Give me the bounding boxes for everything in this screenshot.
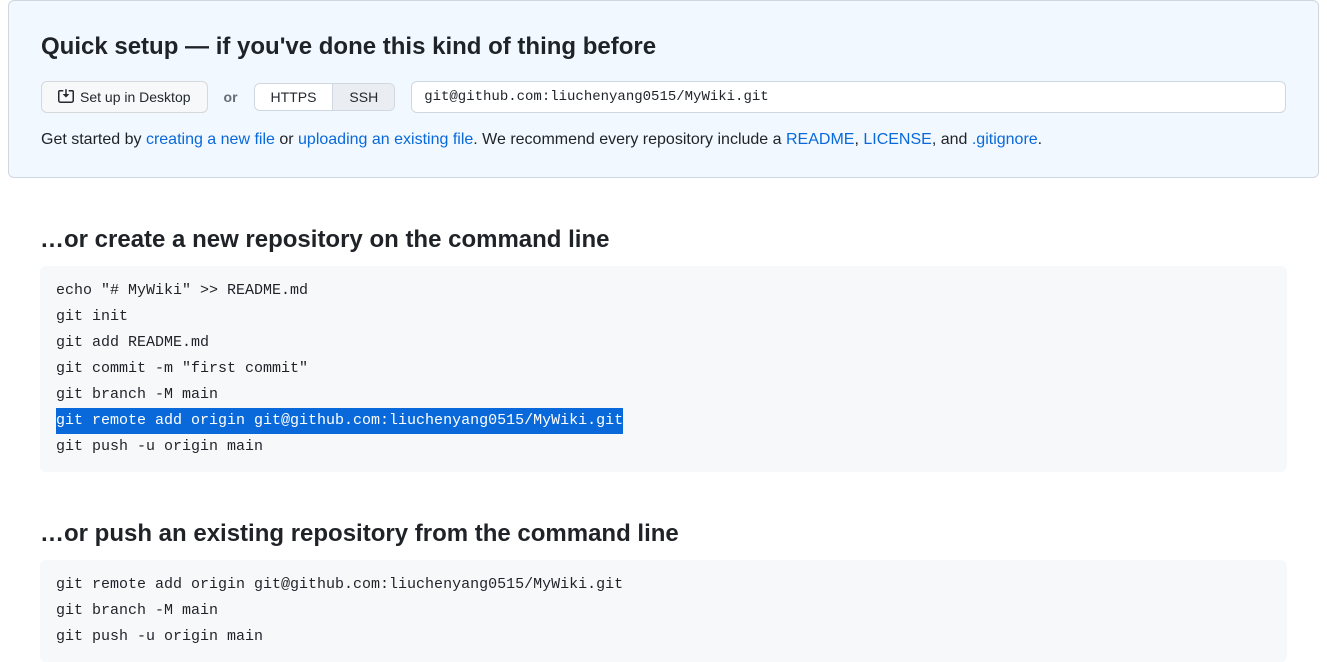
helper-period: . — [1038, 131, 1042, 148]
push-repo-section: …or push an existing repository from the… — [0, 520, 1327, 662]
readme-link[interactable]: README — [786, 131, 854, 148]
gitignore-link[interactable]: .gitignore — [972, 131, 1038, 148]
quick-setup-helper: Get started by creating a new file or up… — [41, 131, 1286, 149]
protocol-toggle: HTTPS SSH — [254, 83, 396, 111]
desktop-download-icon — [58, 89, 74, 105]
helper-and: , and — [932, 131, 972, 148]
code-line: git branch -M main — [56, 598, 1271, 624]
code-line-highlighted: git remote add origin git@github.com:liu… — [56, 408, 623, 434]
push-repo-code[interactable]: git remote add origin git@github.com:liu… — [40, 560, 1287, 662]
quick-setup-title: Quick setup — if you've done this kind o… — [41, 33, 1286, 61]
helper-middle: . We recommend every repository include … — [473, 131, 786, 148]
ssh-toggle[interactable]: SSH — [332, 84, 394, 110]
setup-controls-row: Set up in Desktop or HTTPS SSH — [41, 81, 1286, 113]
create-repo-code[interactable]: echo "# MyWiki" >> README.mdgit initgit … — [40, 266, 1287, 472]
code-line: git init — [56, 304, 1271, 330]
helper-prefix: Get started by — [41, 131, 146, 148]
code-line: git remote add origin git@github.com:liu… — [56, 572, 1271, 598]
helper-comma: , — [854, 131, 863, 148]
or-separator: or — [224, 89, 238, 105]
code-line: git add README.md — [56, 330, 1271, 356]
code-line: echo "# MyWiki" >> README.md — [56, 278, 1271, 304]
create-repo-section: …or create a new repository on the comma… — [0, 226, 1327, 472]
quick-setup-panel: Quick setup — if you've done this kind o… — [8, 0, 1319, 178]
setup-desktop-label: Set up in Desktop — [80, 87, 191, 107]
upload-file-link[interactable]: uploading an existing file — [298, 131, 473, 148]
repo-url-input[interactable] — [411, 81, 1286, 113]
https-toggle[interactable]: HTTPS — [255, 84, 333, 110]
code-line: git push -u origin main — [56, 434, 1271, 460]
helper-or: or — [275, 131, 298, 148]
code-line: git commit -m "first commit" — [56, 356, 1271, 382]
code-line: git branch -M main — [56, 382, 1271, 408]
push-repo-title: …or push an existing repository from the… — [40, 520, 1287, 548]
license-link[interactable]: LICENSE — [863, 131, 931, 148]
code-line: git push -u origin main — [56, 624, 1271, 650]
create-repo-title: …or create a new repository on the comma… — [40, 226, 1287, 254]
setup-desktop-button[interactable]: Set up in Desktop — [41, 81, 208, 113]
create-file-link[interactable]: creating a new file — [146, 131, 275, 148]
